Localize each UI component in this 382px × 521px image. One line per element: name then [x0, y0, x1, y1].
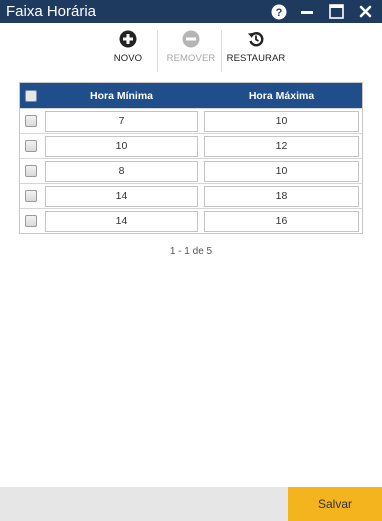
restore-icon	[248, 32, 264, 47]
table-row	[20, 183, 362, 208]
add-circle-icon	[119, 30, 137, 48]
title-bar: Faixa Horária ?	[0, 0, 382, 23]
help-icon: ?	[271, 4, 287, 19]
pagination-info: 1 - 1 de 5	[169, 246, 213, 257]
toolbar-separator	[221, 30, 222, 72]
grid-header: Hora Mínima Hora Máxima	[20, 83, 362, 108]
hora-minima-input[interactable]	[45, 135, 198, 157]
restaurar-button[interactable]: RESTAURAR	[227, 26, 285, 74]
save-button[interactable]: Salvar	[288, 487, 382, 521]
window-title: Faixa Horária	[6, 3, 97, 20]
minimize-icon	[301, 10, 313, 14]
table-row	[20, 158, 362, 183]
svg-text:?: ?	[276, 7, 283, 19]
select-all-checkbox[interactable]	[25, 89, 37, 102]
row-checkbox[interactable]	[25, 165, 37, 177]
restaurar-label: RESTAURAR	[226, 53, 286, 64]
hora-maxima-input[interactable]	[204, 160, 359, 182]
maximize-button[interactable]	[325, 0, 347, 23]
row-checkbox[interactable]	[25, 215, 37, 227]
hora-minima-input[interactable]	[45, 160, 198, 182]
table-row	[20, 133, 362, 158]
novo-label: NOVO	[113, 53, 143, 64]
close-icon	[359, 5, 371, 18]
minimize-button[interactable]	[296, 0, 318, 23]
hora-maxima-input[interactable]	[204, 110, 359, 132]
row-checkbox[interactable]	[25, 190, 37, 202]
hora-maxima-input[interactable]	[204, 185, 359, 207]
hora-maxima-input[interactable]	[204, 135, 359, 157]
column-header-hora-minima[interactable]: Hora Mínima	[42, 90, 201, 102]
time-range-grid: Hora Mínima Hora Máxima	[19, 82, 363, 234]
hora-maxima-input[interactable]	[204, 210, 359, 232]
row-checkbox[interactable]	[25, 140, 37, 152]
table-row	[20, 108, 362, 133]
hora-minima-input[interactable]	[45, 110, 198, 132]
column-header-hora-maxima[interactable]: Hora Máxima	[201, 90, 362, 102]
maximize-icon	[328, 4, 344, 19]
remove-circle-icon	[182, 30, 200, 48]
hora-minima-input[interactable]	[45, 185, 198, 207]
remover-label: REMOVER	[166, 53, 216, 64]
footer-bar: Salvar	[0, 487, 382, 521]
novo-button[interactable]: NOVO	[108, 26, 148, 74]
hora-minima-input[interactable]	[45, 210, 198, 232]
remover-button[interactable]: REMOVER	[166, 26, 216, 74]
close-button[interactable]	[354, 0, 376, 23]
row-checkbox[interactable]	[25, 115, 37, 127]
toolbar-separator	[157, 30, 158, 72]
help-button[interactable]: ?	[268, 0, 290, 23]
table-row	[20, 208, 362, 233]
